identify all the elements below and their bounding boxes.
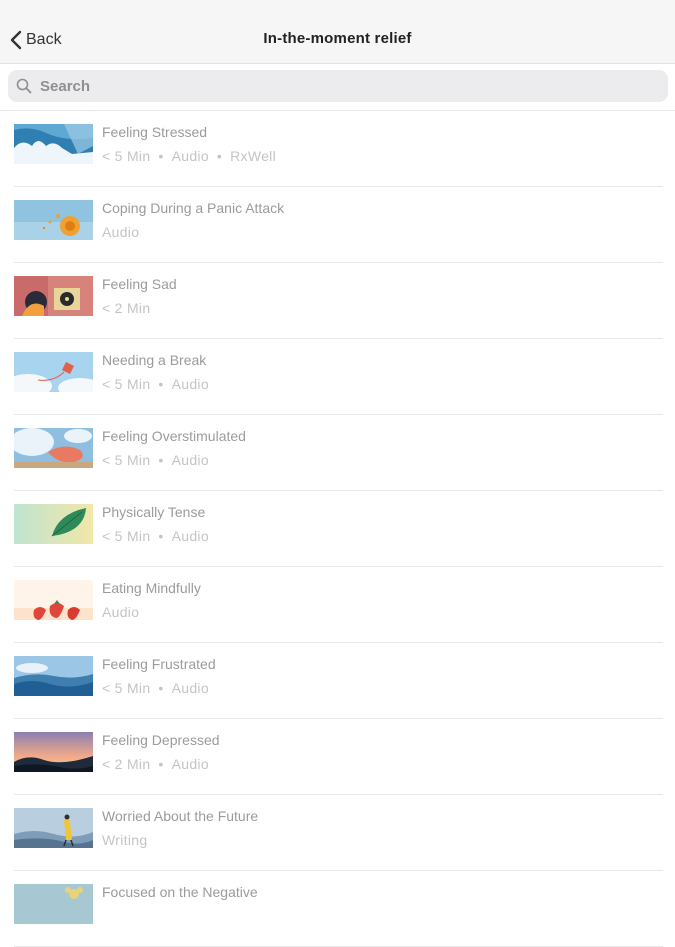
item-title: Worried About the Future bbox=[102, 808, 259, 824]
item-title: Feeling Depressed bbox=[102, 732, 220, 748]
list-item[interactable]: Feeling Overstimulated < 5 Min • Audio bbox=[0, 415, 675, 491]
separator-dot: • bbox=[216, 148, 223, 164]
duration-label: < 5 Min bbox=[102, 680, 151, 696]
item-meta: < 5 Min • Audio bbox=[102, 376, 209, 392]
item-meta: Audio bbox=[102, 604, 139, 620]
list-item[interactable]: Physically Tense < 5 Min • Audio bbox=[0, 491, 675, 567]
separator-dot: • bbox=[158, 528, 164, 544]
item-meta: Audio bbox=[102, 224, 139, 240]
list-item[interactable]: Eating Mindfully Audio bbox=[0, 567, 675, 643]
separator-dot: • bbox=[158, 756, 164, 772]
item-meta: < 5 Min • Audio bbox=[102, 452, 209, 468]
item-meta: < 5 Min • Audio bbox=[102, 680, 209, 696]
item-title: Feeling Overstimulated bbox=[102, 428, 246, 444]
search-input[interactable] bbox=[38, 76, 642, 96]
sad-thumbnail bbox=[14, 276, 93, 316]
panic-thumbnail bbox=[14, 200, 93, 240]
duration-label: < 5 Min bbox=[102, 376, 151, 392]
search-icon bbox=[16, 78, 32, 94]
format-label: Audio bbox=[171, 680, 209, 696]
separator-dot: • bbox=[158, 452, 164, 468]
list-item[interactable]: Feeling Stressed < 5 Min • Audio • RxWell bbox=[0, 111, 675, 187]
item-title: Physically Tense bbox=[102, 504, 206, 520]
duration-label: < 2 Min bbox=[102, 756, 151, 772]
item-meta: < 2 Min bbox=[102, 300, 150, 316]
list-item[interactable]: Coping During a Panic Attack Audio bbox=[0, 187, 675, 263]
list-item[interactable]: Focused on the Negative bbox=[0, 871, 675, 947]
list-item[interactable]: Feeling Frustrated < 5 Min • Audio bbox=[0, 643, 675, 719]
item-title: Feeling Stressed bbox=[102, 124, 208, 140]
item-title: Feeling Frustrated bbox=[102, 656, 216, 672]
navigation-bar: Back In-the-moment relief bbox=[0, 0, 675, 64]
format-label: Audio bbox=[171, 756, 209, 772]
separator-dot: • bbox=[158, 376, 164, 392]
separator-dot: • bbox=[158, 680, 164, 696]
break-thumbnail bbox=[14, 352, 93, 392]
format-label: Audio bbox=[102, 604, 140, 620]
negative-thumbnail bbox=[14, 884, 93, 924]
item-title: Needing a Break bbox=[102, 352, 207, 368]
relief-list: Feeling Stressed < 5 Min • Audio • RxWell Co… bbox=[0, 111, 675, 947]
duration-label: < 5 Min bbox=[102, 148, 151, 164]
duration-label: < 5 Min bbox=[102, 452, 151, 468]
format-label: Audio bbox=[171, 148, 209, 164]
item-title: Coping During a Panic Attack bbox=[102, 200, 285, 216]
format-label: Audio bbox=[171, 376, 209, 392]
worried-thumbnail bbox=[14, 808, 93, 848]
item-title: Feeling Sad bbox=[102, 276, 177, 292]
format-label: Audio bbox=[171, 528, 209, 544]
depressed-thumbnail bbox=[14, 732, 93, 772]
stress-thumbnail bbox=[14, 124, 93, 164]
item-meta: < 2 Min • Audio bbox=[102, 756, 209, 772]
frustrated-thumbnail bbox=[14, 656, 93, 696]
source-label: RxWell bbox=[230, 148, 277, 164]
format-label: Audio bbox=[171, 452, 209, 468]
tense-thumbnail bbox=[14, 504, 93, 544]
eating-thumbnail bbox=[14, 580, 93, 620]
item-title: Eating Mindfully bbox=[102, 580, 201, 596]
list-item[interactable]: Feeling Sad < 2 Min bbox=[0, 263, 675, 339]
search-field[interactable] bbox=[8, 70, 668, 102]
item-title: Focused on the Negative bbox=[102, 884, 258, 900]
format-label: Writing bbox=[102, 832, 148, 848]
overstimulated-thumbnail bbox=[14, 428, 93, 468]
item-meta: Writing bbox=[102, 832, 147, 848]
list-item[interactable]: Feeling Depressed < 2 Min • Audio bbox=[0, 719, 675, 795]
page-title: In-the-moment relief bbox=[263, 30, 412, 47]
list-item[interactable]: Worried About the Future Writing bbox=[0, 795, 675, 871]
separator-dot: • bbox=[158, 148, 164, 164]
item-meta: < 5 Min • Audio bbox=[102, 528, 209, 544]
list-item[interactable]: Needing a Break < 5 Min • Audio bbox=[0, 339, 675, 415]
duration-label: < 5 Min bbox=[102, 528, 151, 544]
search-bar bbox=[0, 64, 675, 110]
format-label: Audio bbox=[102, 224, 140, 240]
duration-label: < 2 Min bbox=[102, 300, 151, 316]
item-meta: < 5 Min • Audio • RxWell bbox=[102, 148, 276, 164]
